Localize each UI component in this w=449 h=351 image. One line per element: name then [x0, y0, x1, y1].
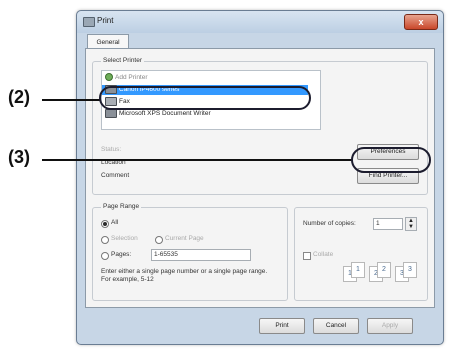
selection-label: Selection [111, 235, 138, 242]
comment-label: Comment [101, 172, 130, 179]
printer-icon [83, 17, 95, 27]
callout-3-oval [351, 147, 431, 173]
collate-page-icon: 2 [377, 262, 391, 278]
select-printer-label: Select Printer [101, 57, 145, 64]
page-range-hint: Enter either a single page number or a s… [101, 268, 268, 283]
copies-group: Number of copies: 1 ▲ ▼ Collate 1 1 2 2 3… [294, 207, 428, 301]
collate-page-icon: 1 [351, 262, 365, 278]
collate-checkbox[interactable] [303, 252, 311, 260]
print-dialog: Print x General Select Printer Add Print… [76, 10, 444, 345]
all-radio[interactable] [101, 220, 109, 228]
close-button[interactable]: x [404, 14, 438, 30]
add-printer-icon [105, 73, 113, 82]
current-page-radio[interactable] [155, 236, 163, 244]
number-of-copies-label: Number of copies: [303, 220, 356, 227]
window-title: Print [97, 16, 114, 25]
print-button[interactable]: Print [259, 318, 305, 334]
page-range-group: Page Range All Selection Current Page Pa… [92, 203, 288, 301]
collate-page-icon: 3 [403, 262, 417, 278]
callout-2-oval [99, 86, 311, 110]
callout-2-leader [42, 99, 100, 101]
collate-label: Collate [313, 251, 334, 258]
current-page-label: Current Page [165, 235, 204, 242]
pages-radio[interactable] [101, 252, 109, 260]
apply-button[interactable]: Apply [367, 318, 413, 334]
select-printer-group: Select Printer Add Printer Canon iP4600 … [92, 57, 428, 195]
printer-icon [105, 109, 117, 118]
copies-input[interactable]: 1 [373, 218, 403, 230]
callout-3-label: (3) [8, 147, 30, 167]
callout-3-leader [42, 159, 352, 161]
printer-item-add-printer[interactable]: Add Printer [105, 73, 148, 83]
callout-2-label: (2) [8, 87, 30, 107]
cancel-button[interactable]: Cancel [313, 318, 359, 334]
title-bar: Print x [77, 11, 443, 33]
status-label: Status: [101, 146, 122, 153]
pages-input[interactable]: 1-65535 [151, 249, 251, 261]
selection-radio[interactable] [101, 236, 109, 244]
all-label: All [111, 219, 119, 226]
pages-label: Pages: [111, 251, 132, 258]
page-range-label: Page Range [101, 203, 142, 210]
printer-item-xps[interactable]: Microsoft XPS Document Writer [105, 109, 211, 119]
copies-spin-button[interactable]: ▲ ▼ [405, 217, 417, 231]
